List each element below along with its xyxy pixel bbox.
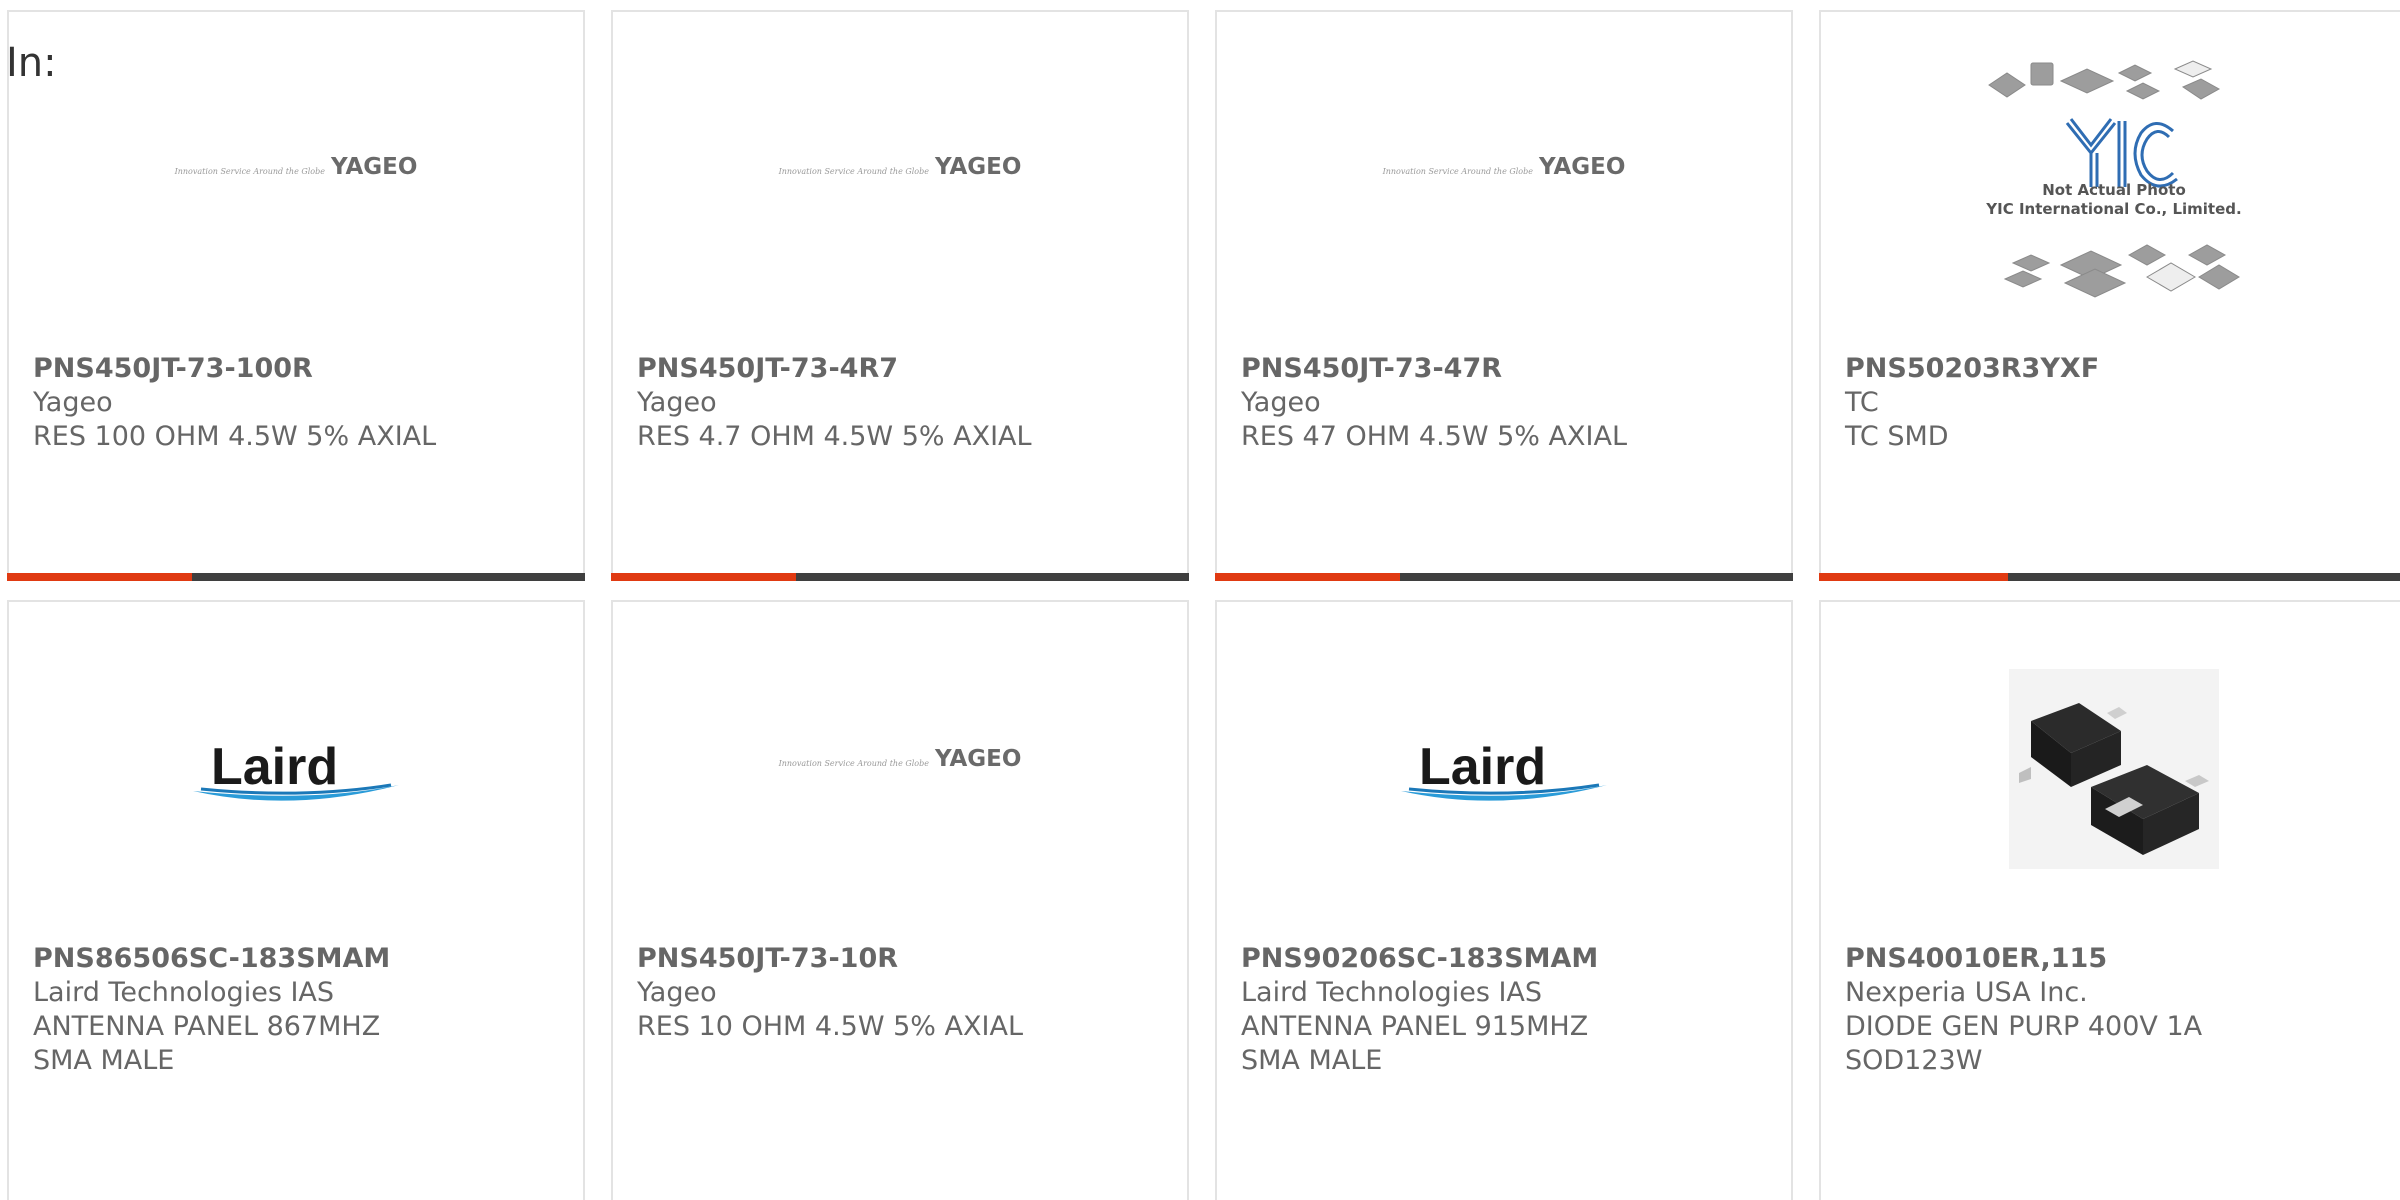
description: RES 100 OHM 4.5W 5% AXIAL bbox=[33, 421, 437, 452]
part-number-link[interactable]: PNS450JT-73-10R bbox=[637, 942, 1167, 976]
progress-bar bbox=[1819, 573, 2400, 581]
yageo-logo: Innovation Service Around the Globe YAGE… bbox=[1382, 154, 1626, 180]
product-card[interactable]: Innovation Service Around the Globe YAGE… bbox=[7, 10, 585, 581]
part-number-link[interactable]: PNS90206SC-183SMAM bbox=[1241, 942, 1771, 976]
manufacturer: Laird Technologies IAS bbox=[1241, 977, 1543, 1008]
progress-fill bbox=[7, 573, 192, 581]
product-image bbox=[1821, 604, 2400, 934]
product-card[interactable]: PNS40010ER,115 Nexperia USA Inc. DIODE G… bbox=[1819, 600, 2400, 1200]
not-actual-photo-note: Not Actual Photo bbox=[2042, 180, 2186, 199]
progress-bar bbox=[7, 573, 585, 581]
product-card[interactable]: Laird PNS90206SC-183SMAM Laird Technolog… bbox=[1215, 600, 1793, 1200]
laird-logo: Laird bbox=[191, 729, 401, 809]
component-shapes-icon bbox=[1988, 59, 2240, 298]
part-number-link[interactable]: PNS40010ER,115 bbox=[1845, 942, 2387, 976]
yageo-logo: Innovation Service Around the Globe YAGE… bbox=[778, 746, 1022, 772]
product-grid: Innovation Service Around the Globe YAGE… bbox=[0, 0, 2400, 1200]
description: DIODE GEN PURP 400V 1A SOD123W bbox=[1845, 1011, 2203, 1076]
manufacturer: TC bbox=[1845, 387, 1879, 418]
diode-product-image bbox=[2009, 669, 2219, 869]
product-card[interactable]: Laird PNS86506SC-183SMAM Laird Technolog… bbox=[7, 600, 585, 1200]
product-card[interactable]: Innovation Service Around the Globe YAGE… bbox=[1215, 10, 1793, 581]
product-image: Innovation Service Around the Globe YAGE… bbox=[613, 604, 1187, 934]
product-card[interactable]: Innovation Service Around the Globe YAGE… bbox=[611, 600, 1189, 1200]
manufacturer: Nexperia USA Inc. bbox=[1845, 977, 2088, 1008]
progress-fill bbox=[1819, 573, 2008, 581]
product-image: Laird bbox=[9, 604, 583, 934]
laird-logo: Laird bbox=[1399, 729, 1609, 809]
progress-bar bbox=[1215, 573, 1793, 581]
description: RES 47 OHM 4.5W 5% AXIAL bbox=[1241, 421, 1627, 452]
product-image: Innovation Service Around the Globe YAGE… bbox=[613, 12, 1187, 342]
vendor-note: YIC International Co., Limited. bbox=[1986, 199, 2242, 218]
product-image: Not Actual Photo YIC International Co., … bbox=[1821, 12, 2400, 342]
progress-bar bbox=[611, 573, 1189, 581]
manufacturer: Yageo bbox=[1241, 387, 1321, 418]
progress-fill bbox=[1215, 573, 1400, 581]
description: ANTENNA PANEL 915MHZ SMA MALE bbox=[1241, 1011, 1589, 1076]
yageo-logo: Innovation Service Around the Globe YAGE… bbox=[174, 154, 418, 180]
manufacturer: Laird Technologies IAS bbox=[33, 977, 335, 1008]
manufacturer: Yageo bbox=[637, 977, 717, 1008]
product-card[interactable]: Not Actual Photo YIC International Co., … bbox=[1819, 10, 2400, 581]
part-number-link[interactable]: PNS450JT-73-100R bbox=[33, 352, 563, 386]
product-image: Innovation Service Around the Globe YAGE… bbox=[1217, 12, 1791, 342]
description: ANTENNA PANEL 867MHZ SMA MALE bbox=[33, 1011, 381, 1076]
description: TC SMD bbox=[1845, 421, 1949, 452]
part-number-link[interactable]: PNS450JT-73-47R bbox=[1241, 352, 1771, 386]
manufacturer: Yageo bbox=[637, 387, 717, 418]
product-image: Innovation Service Around the Globe YAGE… bbox=[9, 12, 583, 342]
manufacturer: Yageo bbox=[33, 387, 113, 418]
product-image: Laird bbox=[1217, 604, 1791, 934]
part-number-link[interactable]: PNS86506SC-183SMAM bbox=[33, 942, 563, 976]
part-number-link[interactable]: PNS50203R3YXF bbox=[1845, 352, 2387, 386]
yageo-logo: Innovation Service Around the Globe YAGE… bbox=[778, 154, 1022, 180]
progress-fill bbox=[611, 573, 796, 581]
part-number-link[interactable]: PNS450JT-73-4R7 bbox=[637, 352, 1167, 386]
yic-placeholder-image: Not Actual Photo YIC International Co., … bbox=[1979, 55, 2249, 300]
description: RES 4.7 OHM 4.5W 5% AXIAL bbox=[637, 421, 1032, 452]
in-label: In: bbox=[6, 40, 57, 86]
product-card[interactable]: Innovation Service Around the Globe YAGE… bbox=[611, 10, 1189, 581]
description: RES 10 OHM 4.5W 5% AXIAL bbox=[637, 1011, 1023, 1042]
